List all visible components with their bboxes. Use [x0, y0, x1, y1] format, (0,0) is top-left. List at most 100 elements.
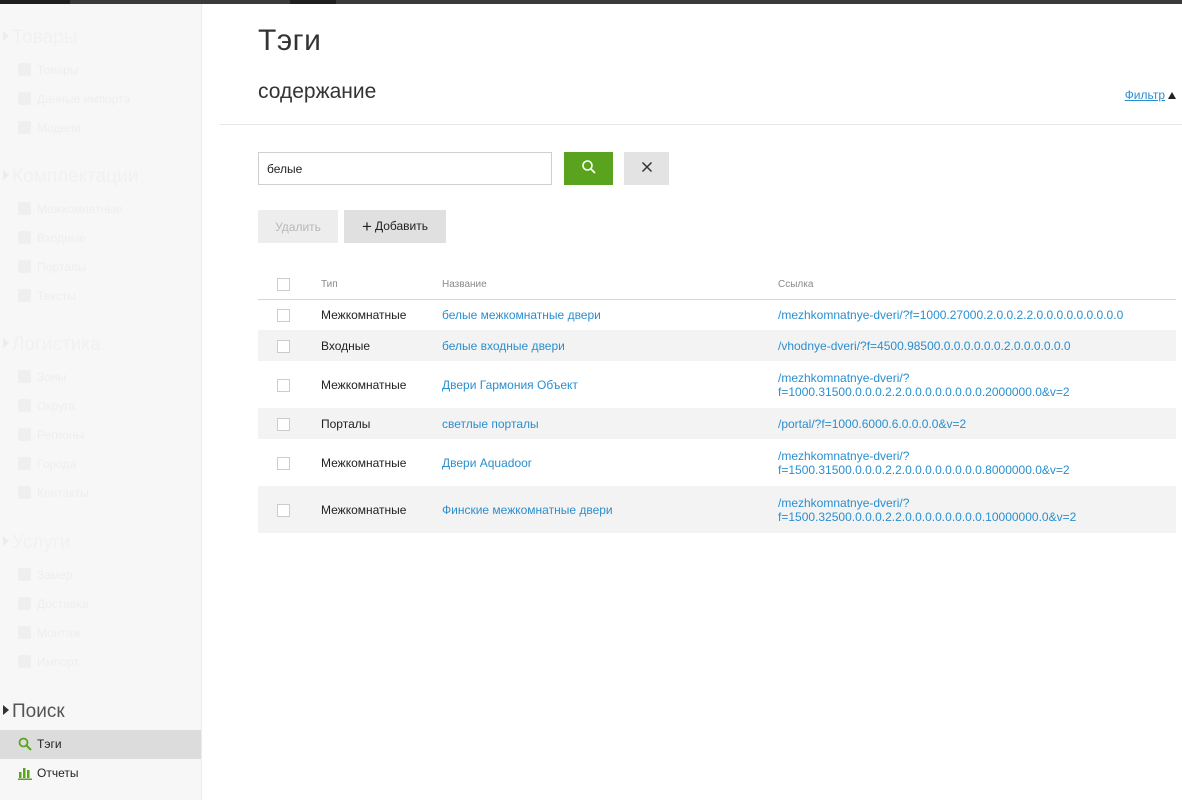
row-url-link[interactable]: /mezhkomnatnye-dveri/? f=1500.31500.0.0.0… [778, 449, 1070, 477]
add-button[interactable]: + Добавить [344, 210, 446, 243]
sidebar-item-import[interactable]: Импорт [0, 648, 201, 677]
sidebar-item-interior[interactable]: Межкомнатные [0, 195, 201, 224]
truck-icon [18, 597, 31, 610]
row-checkbox[interactable] [277, 417, 290, 431]
caret-up-icon [1168, 92, 1176, 99]
list-icon [18, 92, 31, 105]
sidebar-item-texts[interactable]: Тексты [0, 282, 201, 311]
sidebar-section-title[interactable]: Товары [0, 20, 201, 56]
tags-table: Тип Название Ссылка Межкомнатные белые м… [258, 270, 1176, 533]
import-icon [18, 655, 31, 668]
search-input[interactable] [258, 152, 552, 185]
caret-right-icon [3, 31, 9, 41]
row-type: Межкомнатные [321, 486, 442, 533]
caret-right-icon [3, 170, 9, 180]
row-url-link[interactable]: /mezhkomnatnye-dveri/? f=1500.32500.0.0.0… [778, 496, 1076, 524]
sidebar-item-entrance[interactable]: Входные [0, 224, 201, 253]
caret-right-icon [3, 536, 9, 546]
door-icon [18, 231, 31, 244]
row-name-link[interactable]: белые входные двери [442, 339, 565, 353]
sidebar-section-configurations: Комплектации Межкомнатные Входные Портал… [0, 159, 201, 311]
header-name[interactable]: Название [442, 270, 778, 300]
sidebar-item-goods[interactable]: Товары [0, 56, 201, 85]
filter-toggle[interactable]: Фильтр [1125, 88, 1176, 102]
row-name-link[interactable]: белые межкомнатные двери [442, 308, 601, 322]
text-icon [18, 289, 31, 302]
row-checkbox[interactable] [277, 378, 290, 392]
table-row: Порталы светлые порталы /portal/?f=1000.… [258, 408, 1176, 439]
sidebar-item-delivery[interactable]: Доставка [0, 590, 201, 619]
bar-chart-icon [18, 768, 32, 780]
clear-search-button[interactable] [624, 152, 669, 185]
row-url-link[interactable]: /mezhkomnatnye-dveri/?f=1000.27000.2.0.0… [778, 308, 1123, 322]
sidebar-section-title[interactable]: Услуги [0, 525, 201, 561]
sidebar-item-installation[interactable]: Монтаж [0, 619, 201, 648]
header-type[interactable]: Тип [321, 270, 442, 300]
header-select-all [258, 270, 321, 300]
delete-button[interactable]: Удалить [258, 210, 338, 243]
table-row: Межкомнатные Двери Гармония Объект /mezh… [258, 361, 1176, 408]
sidebar-section-services: Услуги Замер Доставка Монтаж Импорт [0, 525, 201, 677]
select-all-checkbox[interactable] [277, 277, 290, 291]
divider [220, 124, 1182, 125]
zone-icon [18, 370, 31, 383]
sidebar-item-import-data[interactable]: Данные импорта [0, 85, 201, 114]
search-icon [581, 160, 596, 174]
plus-icon: + [362, 216, 372, 236]
door-icon [18, 202, 31, 215]
sidebar-section-title[interactable]: Поиск [0, 694, 201, 730]
sidebar-section-goods: Товары Товары Данные импорта Модели [0, 20, 201, 143]
row-name-link[interactable]: светлые порталы [442, 417, 539, 431]
table-row: Межкомнатные Финские межкомнатные двери … [258, 486, 1176, 533]
caret-right-icon [3, 705, 9, 715]
caret-right-icon [3, 338, 9, 348]
sidebar-item-contacts[interactable]: Контакты [0, 479, 201, 508]
row-checkbox[interactable] [277, 456, 290, 470]
row-type: Порталы [321, 408, 442, 439]
row-url-link[interactable]: /mezhkomnatnye-dveri/? f=1000.31500.0.0.0… [778, 371, 1070, 399]
search-button[interactable] [564, 152, 613, 185]
sidebar-section-logistics: Логистика Зоны Округа Регионы Города Кон… [0, 327, 201, 508]
sidebar-item-portals[interactable]: Порталы [0, 253, 201, 282]
row-type: Входные [321, 330, 442, 361]
row-name-link[interactable]: Двери Aquadoor [442, 456, 532, 470]
sidebar-section-title[interactable]: Логистика [0, 327, 201, 363]
sidebar-section-title[interactable]: Комплектации [0, 159, 201, 195]
table-row: Межкомнатные Двери Aquadoor /mezhkomnatn… [258, 439, 1176, 486]
close-icon [641, 161, 652, 173]
row-checkbox[interactable] [277, 308, 290, 322]
tools-icon [18, 626, 31, 639]
header-link[interactable]: Ссылка [778, 270, 1176, 300]
search-icon [18, 737, 32, 751]
sidebar-item-models[interactable]: Модели [0, 114, 201, 143]
sidebar-item-reports[interactable]: Отчеты [0, 759, 201, 788]
portal-icon [18, 260, 31, 273]
row-url-link[interactable]: /vhodnye-dveri/?f=4500.98500.0.0.0.0.0.0… [778, 339, 1071, 353]
district-icon [18, 399, 31, 412]
sidebar-item-cities[interactable]: Города [0, 450, 201, 479]
page-title: Тэги [258, 24, 322, 57]
main-content: Тэги содержание Фильтр Удалить +Добавить… [202, 4, 1182, 800]
city-icon [18, 457, 31, 470]
table-header-row: Тип Название Ссылка [258, 270, 1176, 300]
sidebar-item-measure[interactable]: Замер [0, 561, 201, 590]
page-subtitle: содержание [258, 80, 377, 103]
shapes-icon [18, 121, 31, 134]
row-name-link[interactable]: Двери Гармония Объект [442, 378, 578, 392]
row-checkbox[interactable] [277, 503, 290, 517]
row-type: Межкомнатные [321, 455, 407, 470]
contacts-icon [18, 486, 31, 499]
row-name-link[interactable]: Финские межкомнатные двери [442, 503, 613, 517]
box-icon [18, 63, 31, 76]
ruler-icon [18, 568, 31, 581]
sidebar: Товары Товары Данные импорта Модели Комп… [0, 4, 202, 800]
sidebar-item-tags[interactable]: Тэги [0, 730, 201, 759]
row-type: Межкомнатные [321, 377, 407, 392]
sidebar-item-regions[interactable]: Регионы [0, 421, 201, 450]
sidebar-item-districts[interactable]: Округа [0, 392, 201, 421]
table-row: Межкомнатные белые межкомнатные двери /m… [258, 299, 1176, 330]
region-icon [18, 428, 31, 441]
row-url-link[interactable]: /portal/?f=1000.6000.6.0.0.0.0&v=2 [778, 417, 966, 431]
sidebar-item-zones[interactable]: Зоны [0, 363, 201, 392]
row-checkbox[interactable] [277, 339, 290, 353]
